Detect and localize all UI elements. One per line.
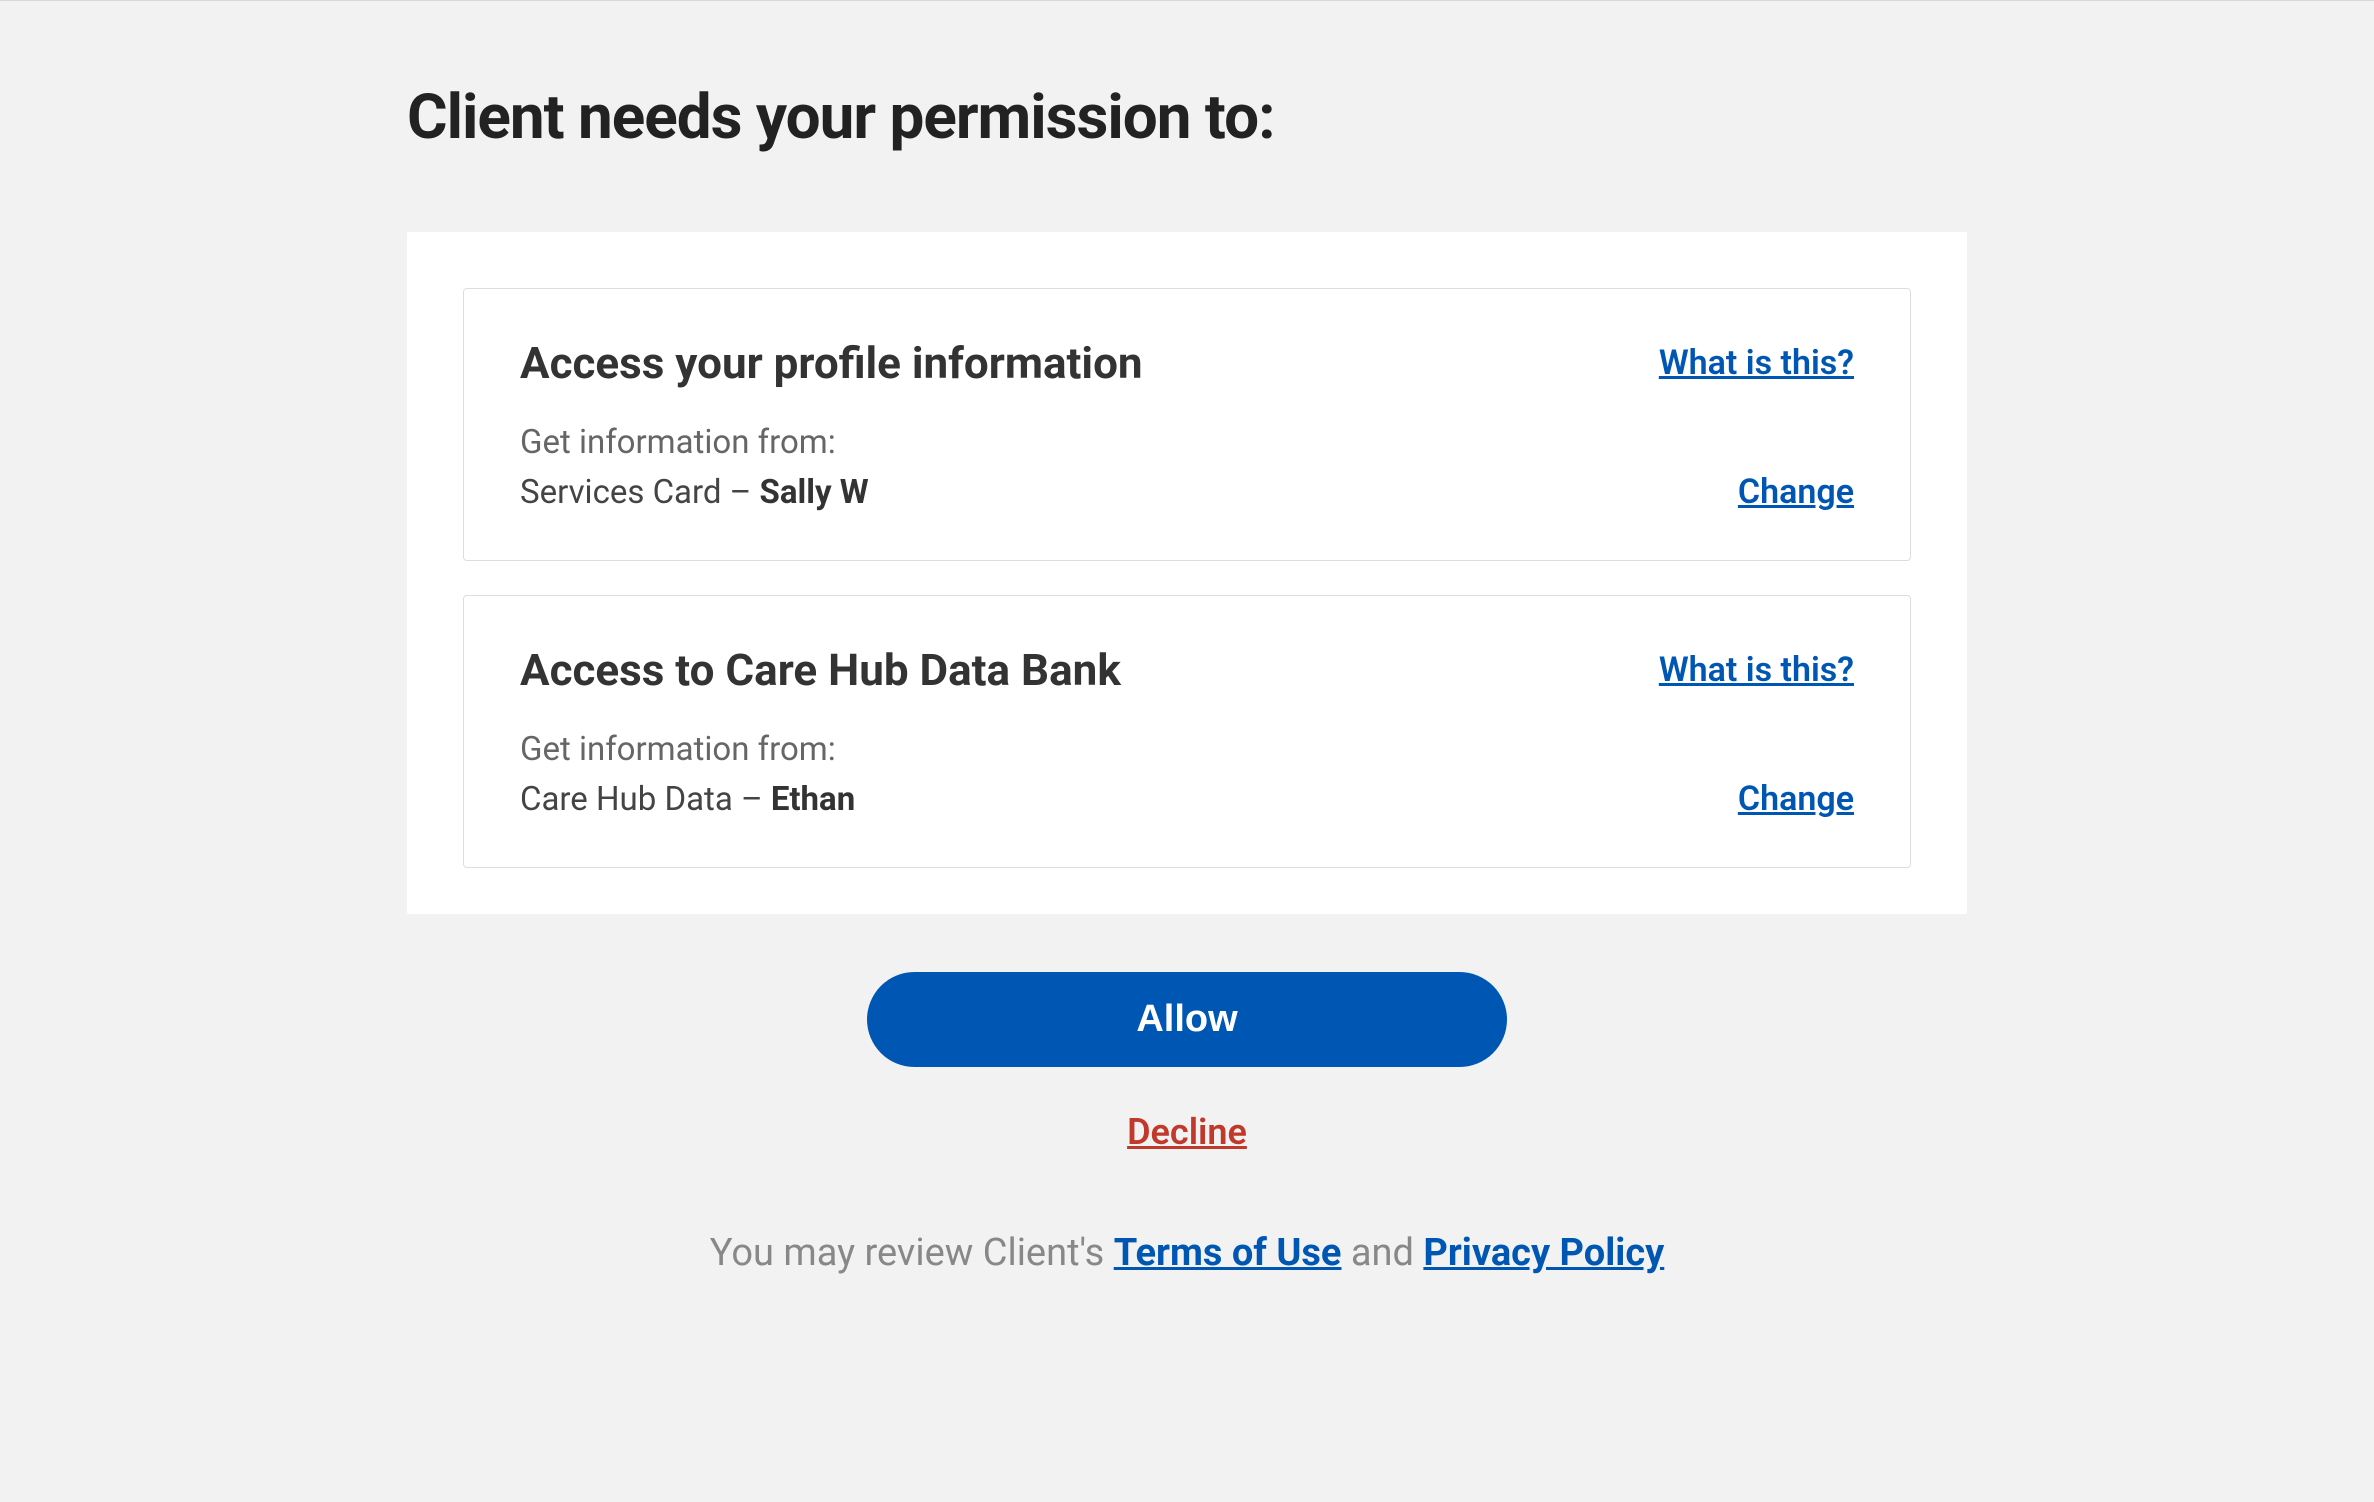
action-area: Allow Decline You may review Client's Te… bbox=[407, 972, 1967, 1275]
info-row: Services Card – Sally W Change bbox=[520, 472, 1854, 512]
footer-and: and bbox=[1341, 1231, 1423, 1275]
footer-text: You may review Client's Terms of Use and… bbox=[407, 1231, 1967, 1275]
source-prefix: Services Card – bbox=[520, 473, 760, 512]
change-link[interactable]: Change bbox=[1738, 472, 1854, 512]
permissions-card: Access your profile information What is … bbox=[407, 232, 1967, 914]
decline-link[interactable]: Decline bbox=[1127, 1111, 1247, 1153]
info-from-label: Get information from: bbox=[520, 730, 1854, 769]
consent-container: Client needs your permission to: Access … bbox=[407, 81, 1967, 1275]
source-name: Ethan bbox=[771, 780, 855, 819]
permission-care-hub: Access to Care Hub Data Bank What is thi… bbox=[463, 595, 1911, 868]
permission-header: Access your profile information What is … bbox=[520, 337, 1854, 389]
permission-title: Access your profile information bbox=[520, 337, 1143, 389]
info-from-label: Get information from: bbox=[520, 423, 1854, 462]
permission-profile-info: Access your profile information What is … bbox=[463, 288, 1911, 561]
allow-button[interactable]: Allow bbox=[867, 972, 1507, 1067]
permission-title: Access to Care Hub Data Bank bbox=[520, 644, 1121, 696]
what-is-this-link[interactable]: What is this? bbox=[1659, 343, 1854, 383]
source-prefix: Care Hub Data – bbox=[520, 780, 771, 819]
info-source: Care Hub Data – Ethan bbox=[520, 780, 855, 819]
page-title: Client needs your permission to: bbox=[407, 81, 1967, 154]
change-link[interactable]: Change bbox=[1738, 779, 1854, 819]
permission-header: Access to Care Hub Data Bank What is thi… bbox=[520, 644, 1854, 696]
source-name: Sally W bbox=[760, 473, 869, 512]
what-is-this-link[interactable]: What is this? bbox=[1659, 650, 1854, 690]
info-row: Care Hub Data – Ethan Change bbox=[520, 779, 1854, 819]
info-source: Services Card – Sally W bbox=[520, 473, 869, 512]
privacy-policy-link[interactable]: Privacy Policy bbox=[1423, 1231, 1664, 1275]
terms-of-use-link[interactable]: Terms of Use bbox=[1114, 1231, 1342, 1275]
footer-prefix: You may review Client's bbox=[710, 1231, 1114, 1275]
